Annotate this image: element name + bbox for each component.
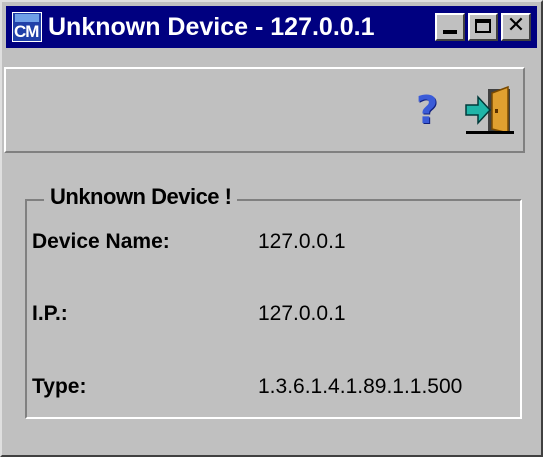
- close-button[interactable]: ✕: [501, 13, 531, 41]
- device-window: CM Unknown Device - 127.0.0.1 ✕ ? Unknow…: [0, 0, 543, 457]
- minimize-button[interactable]: [435, 13, 465, 41]
- app-icon-band: [15, 14, 39, 22]
- ip-label: I.P.:: [32, 302, 68, 325]
- help-button[interactable]: ?: [404, 87, 450, 133]
- group-title: Unknown Device !: [44, 184, 238, 210]
- maximize-icon: [475, 19, 491, 33]
- type-value: 1.3.6.1.4.1.89.1.1.500: [258, 375, 463, 398]
- ip-value: 127.0.0.1: [258, 302, 346, 325]
- type-label: Type:: [32, 375, 87, 398]
- app-icon[interactable]: CM: [12, 12, 42, 42]
- title-bar[interactable]: CM Unknown Device - 127.0.0.1 ✕: [6, 6, 537, 48]
- close-icon: ✕: [506, 13, 526, 38]
- exit-door-icon: [465, 85, 514, 134]
- toolbar: ?: [4, 67, 525, 153]
- app-icon-text: CM: [14, 22, 39, 41]
- help-icon: ?: [415, 88, 439, 132]
- device-name-value: 127.0.0.1: [258, 230, 346, 253]
- maximize-button[interactable]: [468, 13, 498, 41]
- device-name-label: Device Name:: [32, 230, 170, 253]
- window-title: Unknown Device - 127.0.0.1: [48, 12, 375, 41]
- exit-button[interactable]: [462, 83, 518, 139]
- minimize-icon: [443, 30, 457, 34]
